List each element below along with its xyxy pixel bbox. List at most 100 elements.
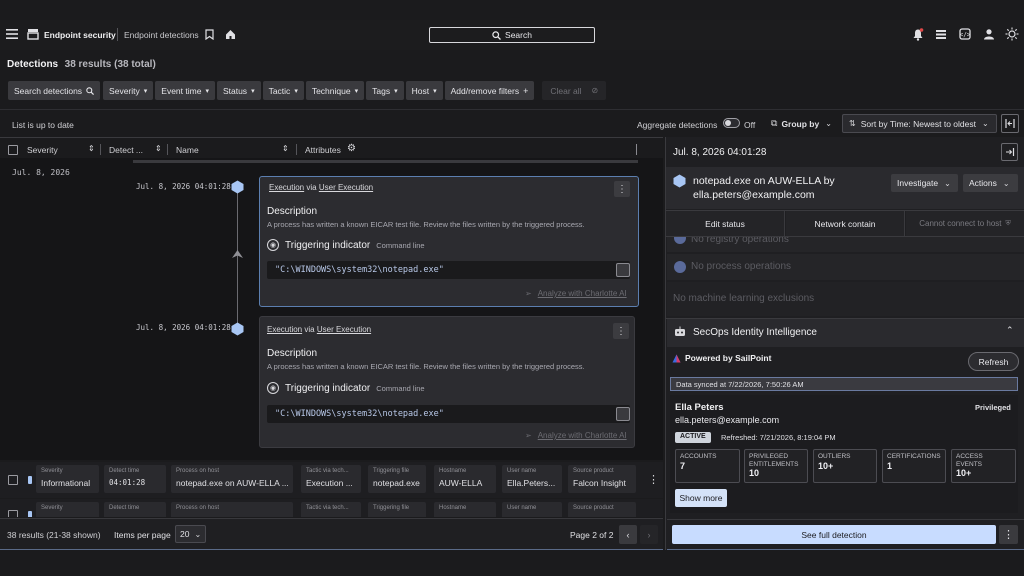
aggregate-toggle[interactable] [723,118,740,128]
panel-more-button[interactable]: ⋮ [999,525,1018,544]
cell-triggering-file: Triggering file [368,502,426,517]
user-icon[interactable] [983,28,995,40]
hexagon-node-icon[interactable] [231,180,244,194]
stat-value: 10+ [818,461,834,471]
tags-filter[interactable]: Tags ▾ [366,81,404,100]
analyze-charlotte-link[interactable]: ➢ Analyze with Charlotte AI [525,289,627,298]
cell-tactic: Tactic via tech... Execution ... [301,465,361,493]
global-search[interactable]: Search [429,27,595,43]
chevron-down-icon: ▾ [394,87,398,95]
host-filter[interactable]: Host ▾ [405,81,443,100]
event-time-filter[interactable]: Event time ▾ [155,81,215,100]
stat-key: ACCOUNTS [680,453,717,460]
secops-header[interactable]: SecOps Identity Intelligence ⌃ [667,319,1024,347]
chevron-down-icon: ▾ [433,87,437,95]
split-view-icon[interactable] [1001,114,1019,133]
theme-icon[interactable] [1005,27,1019,41]
show-more-button[interactable]: Show more [675,489,727,507]
process-row: No process operations [667,254,1024,280]
apps-icon[interactable]: </> [959,28,971,40]
cell-value: Execution ... [306,478,353,488]
column-header-severity[interactable]: Severity [27,145,58,155]
copy-icon[interactable] [616,407,630,421]
refreshed-time: Refreshed: 7/21/2026, 8:19:04 PM [721,433,836,442]
scroll-indicator [133,160,638,163]
row-checkbox[interactable] [8,510,18,517]
synced-label: Data synced at 7/22/2026, 7:50:26 AM [676,379,804,389]
hexagon-node-icon[interactable] [231,322,244,336]
row-checkbox[interactable] [8,475,18,485]
home-icon[interactable] [225,29,236,40]
bookmark-icon[interactable] [205,29,214,41]
send-icon: ➢ [525,431,532,440]
column-header-name[interactable]: Name [176,145,199,155]
row-menu-button[interactable]: ⋮ [648,473,659,486]
no-process-label: No process operations [691,261,792,272]
sort-icon[interactable]: ⇕ [155,144,162,153]
stat-key: PRIVILEGED ENTITLEMENTS [749,453,799,468]
triggering-indicator: ◉ Triggering indicator Command line [267,382,425,394]
cell-key: Detect time [109,505,140,511]
results-shown: 38 results (21-38 shown) [7,530,101,540]
command-line-value: "C:\WINDOWS\system32\notepad.exe" [267,261,630,279]
status-filter[interactable]: Status ▾ [216,81,261,100]
cell-detect-time: Detect time [104,502,166,517]
menu-icon[interactable] [6,28,18,40]
items-per-page-select[interactable]: 20 ⌄ [175,525,206,543]
technique-link[interactable]: Execution [269,183,304,192]
sort-icon[interactable]: ⇕ [282,144,289,153]
refresh-button[interactable]: Refresh [968,352,1019,371]
table-row[interactable]: Severity Detect time Process on host Tac… [0,499,663,517]
edit-status-button[interactable]: Edit status [666,211,785,236]
description-text: A process has written a known EICAR test… [267,362,585,371]
gear-icon[interactable]: ⚙ [347,143,356,154]
app-name[interactable]: Endpoint security [44,30,116,40]
notifications-icon[interactable] [912,28,924,41]
tactic-filter[interactable]: Tactic ▾ [262,81,304,100]
table-row[interactable]: Severity Informational Detect time 04:01:2… [0,462,663,498]
chevron-up-icon[interactable]: ⌃ [1006,325,1014,336]
next-page-button[interactable]: › [640,525,658,544]
copy-icon[interactable] [616,263,630,277]
triggering-indicator: ◉ Triggering indicator Command line [267,239,425,251]
search-detections-button[interactable]: Search detections [8,81,101,100]
stat-access-events: ACCESS EVENTS 10+ [951,449,1016,483]
section-name[interactable]: Endpoint detections [124,30,199,40]
sort-by-button[interactable]: ⇅ Sort by Time: Newest to oldest ⌄ [842,114,997,133]
chevron-down-icon: ⌄ [194,529,202,539]
plus-icon: + [523,85,529,96]
see-full-detection-button[interactable]: See full detection [672,525,996,544]
group-by-button[interactable]: ⧉ Group by ⌄ [771,118,832,129]
technique-link[interactable]: Execution [267,325,302,334]
tactic-link[interactable]: User Execution [319,183,373,192]
prev-page-button[interactable]: ‹ [619,525,637,544]
per-page-value: 20 [180,529,190,539]
tactic-link[interactable]: User Execution [317,325,371,334]
technique-filter[interactable]: Technique ▾ [305,81,365,100]
cell-source-product: Source product [568,502,636,517]
card-menu-button[interactable]: ⋮ [613,323,629,339]
column-header-attributes[interactable]: Attributes [305,145,341,155]
search-icon [492,30,501,40]
network-contain-button[interactable]: Network contain [786,211,905,236]
card-menu-button[interactable]: ⋮ [614,181,630,197]
detection-card[interactable]: Execution via User Execution ⋮ Descripti… [259,316,635,448]
select-all-checkbox[interactable] [8,145,18,155]
cell-key: Hostname [439,505,467,511]
detection-card[interactable]: Execution via User Execution ⋮ Descripti… [259,176,639,307]
cell-key: Severity [41,468,63,474]
actions-button[interactable]: Actions ⌄ [963,174,1018,192]
cannot-connect-label: Cannot connect to host [919,219,1002,228]
severity-filter[interactable]: Severity ▾ [103,81,154,100]
clear-all-button[interactable]: Clear all ⊘ [542,81,607,100]
investigate-button[interactable]: Investigate ⌄ [891,174,958,192]
collapse-panel-icon[interactable] [1001,143,1018,161]
investigate-label: Investigate [897,178,939,188]
via-text: via [304,325,315,334]
column-header-detect[interactable]: Detect ... [109,145,143,155]
add-remove-filters-button[interactable]: Add/remove filters + [444,81,535,100]
analyze-charlotte-link[interactable]: ➢ Analyze with Charlotte AI [525,431,627,440]
sort-icon[interactable]: ⇕ [88,144,95,153]
activity-icon[interactable] [935,29,947,40]
no-registry-label: No registry operations [691,237,789,245]
